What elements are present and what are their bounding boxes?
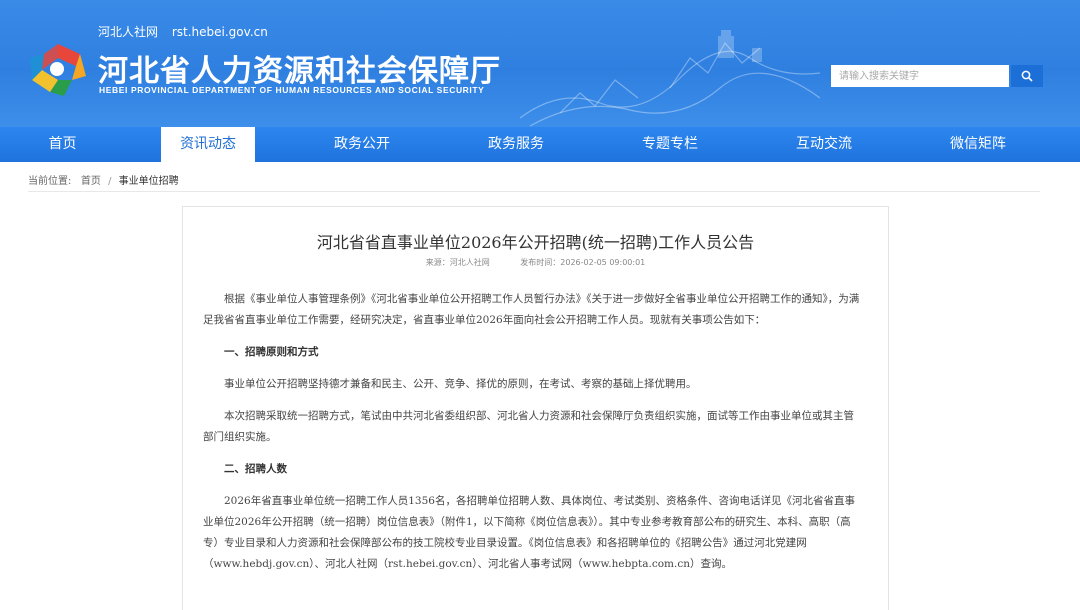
article-panel: 河北省省直事业单位2026年公开招聘(统一招聘)工作人员公告 来源：河北人社网 … bbox=[182, 206, 889, 610]
nav-home[interactable]: 首页 bbox=[0, 127, 125, 162]
breadcrumb: 当前位置: 首页 / 事业单位招聘 bbox=[28, 172, 179, 187]
article-publish-time: 发布时间：2026-02-05 09:00:01 bbox=[520, 258, 646, 267]
search-icon bbox=[1021, 70, 1033, 82]
breadcrumb-divider bbox=[28, 191, 1040, 192]
article-title: 河北省省直事业单位2026年公开招聘(统一招聘)工作人员公告 bbox=[316, 233, 755, 252]
nav-news[interactable]: 资讯动态 bbox=[161, 127, 255, 162]
article-section-heading: 二、招聘人数 bbox=[224, 463, 287, 475]
article-meta: 来源：河北人社网 发布时间：2026-02-05 09:00:01 bbox=[183, 257, 888, 268]
nav-gov-services[interactable]: 政务服务 bbox=[439, 127, 593, 162]
nav-wechat[interactable]: 微信矩阵 bbox=[901, 127, 1055, 162]
site-domain: rst.hebei.gov.cn bbox=[171, 25, 268, 39]
article-paragraph: 事业单位公开招聘坚持德才兼备和民主、公开、竞争、择优的原则，在考试、考察的基础上… bbox=[224, 378, 697, 390]
site-short-name: 河北人社网 bbox=[98, 25, 159, 39]
nav-gov-affairs[interactable]: 政务公开 bbox=[285, 127, 439, 162]
great-wall-decoration-icon bbox=[520, 30, 820, 127]
org-name-cn[interactable]: 河北省人力资源和社会保障厅 bbox=[98, 46, 501, 90]
main-nav: 首页 资讯动态 政务公开 政务服务 专题专栏 互动交流 微信矩阵 bbox=[0, 127, 1080, 162]
site-tagline: 河北人社网 rst.hebei.gov.cn bbox=[98, 23, 278, 40]
breadcrumb-label: 当前位置: bbox=[28, 176, 72, 187]
article-body: 根据《事业单位人事管理条例》《河北省事业单位公开招聘工作人员暂行办法》《关于进一… bbox=[203, 289, 863, 586]
nav-special-topics[interactable]: 专题专栏 bbox=[593, 127, 747, 162]
breadcrumb-home-link[interactable]: 首页 bbox=[81, 176, 101, 187]
article-paragraph: 2026年省直事业单位统一招聘工作人员1356名，各招聘单位招聘人数、具体岗位、… bbox=[203, 495, 855, 570]
article-paragraph: 本次招聘采取统一招聘方式，笔试由中共河北省委组织部、河北省人力资源和社会保障厅负… bbox=[203, 410, 854, 443]
hebei-hrss-logo-icon[interactable] bbox=[28, 40, 88, 98]
nav-interaction[interactable]: 互动交流 bbox=[747, 127, 901, 162]
org-name-en: HEBEI PROVINCIAL DEPARTMENT OF HUMAN RES… bbox=[99, 85, 485, 95]
breadcrumb-separator: / bbox=[108, 176, 112, 187]
search-input[interactable] bbox=[831, 65, 1009, 87]
article-source: 来源：河北人社网 bbox=[425, 258, 490, 267]
site-header: 河北人社网 rst.hebei.gov.cn 河北省人力资源和社会保障厅 HEB… bbox=[0, 0, 1080, 127]
search-button[interactable] bbox=[1011, 65, 1043, 87]
breadcrumb-current[interactable]: 事业单位招聘 bbox=[119, 176, 179, 187]
article-section-heading: 一、招聘原则和方式 bbox=[224, 346, 319, 358]
article-paragraph: 根据《事业单位人事管理条例》《河北省事业单位公开招聘工作人员暂行办法》《关于进一… bbox=[203, 293, 860, 326]
